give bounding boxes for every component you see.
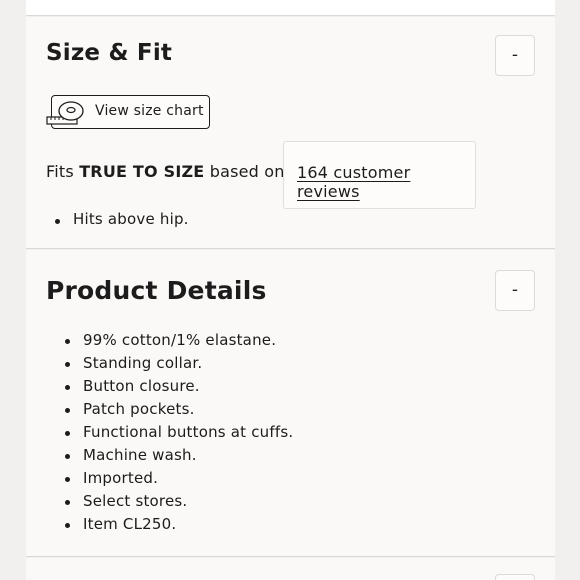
next-section-toggle-button[interactable] [495, 574, 535, 580]
size-fit-title: Size & Fit [46, 40, 173, 66]
list-item: 99% cotton/1% elastane. [63, 330, 293, 353]
fit-verdict: TRUE TO SIZE [79, 162, 205, 181]
product-details-section: Product Details - 99% cotton/1% elastane… [26, 250, 555, 557]
size-fit-collapse-button[interactable]: - [495, 35, 535, 76]
size-chart-label: View size chart [95, 103, 204, 119]
list-item: Patch pockets. [63, 399, 293, 422]
list-item: Standing collar. [63, 353, 293, 376]
list-item: Hits above hip. [53, 210, 189, 228]
size-fit-bullet-list: Hits above hip. [53, 210, 189, 228]
customer-reviews-link[interactable]: 164 customer reviews [297, 163, 475, 201]
list-item: Machine wash. [63, 445, 293, 468]
list-item: Imported. [63, 468, 293, 491]
list-item: Item CL250. [63, 514, 293, 537]
list-item: Button closure. [63, 376, 293, 399]
measuring-tape-icon [46, 101, 84, 125]
product-details-title: Product Details [46, 276, 267, 305]
list-item: Functional buttons at cuffs. [63, 422, 293, 445]
fit-prefix: Fits [46, 162, 80, 181]
previous-section-edge [26, 0, 555, 16]
fit-suffix: based on [204, 162, 285, 181]
size-fit-section: Size & Fit - View size chart Fits TRUE T… [26, 17, 555, 249]
list-item: Select stores. [63, 491, 293, 514]
product-details-bullet-list: 99% cotton/1% elastane. Standing collar.… [63, 330, 293, 537]
next-section-edge [26, 558, 555, 580]
view-size-chart-button[interactable]: View size chart [46, 95, 210, 129]
reviews-link-box[interactable]: 164 customer reviews [283, 141, 476, 209]
fit-summary: Fits TRUE TO SIZE based on [46, 162, 285, 181]
product-details-collapse-button[interactable]: - [495, 270, 535, 311]
